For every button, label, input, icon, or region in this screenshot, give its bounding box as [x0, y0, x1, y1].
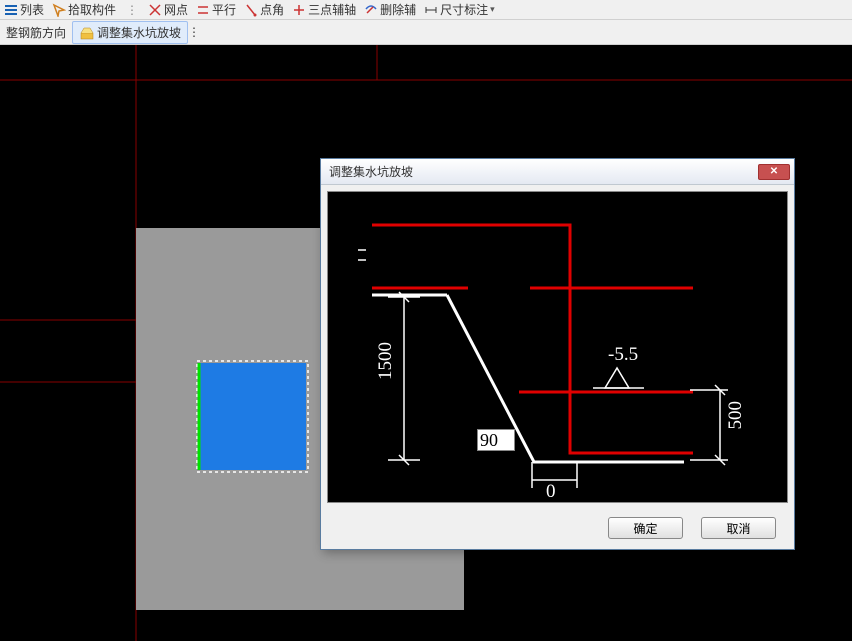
- separator: ⋮: [188, 25, 200, 39]
- dim-right-label: 500: [725, 401, 747, 430]
- top-toolbar: 列表 拾取构件 ⋮ 网点 平行 点角 三点辅轴 删除辅: [0, 0, 852, 20]
- btn-adjust-rebar-direction[interactable]: 整钢筋方向: [0, 22, 72, 43]
- tb-item-list[interactable]: 列表: [4, 1, 44, 18]
- separator: ⋮: [124, 3, 140, 17]
- parallel-icon: [196, 3, 210, 17]
- close-button[interactable]: ✕: [758, 164, 790, 180]
- tb-item-parallel[interactable]: 平行: [196, 1, 236, 18]
- tb-label: 点角: [260, 1, 284, 18]
- tb-label: 尺寸标注: [440, 1, 488, 18]
- tb-label: 列表: [20, 1, 44, 18]
- dialog-title-text: 调整集水坑放坡: [329, 163, 758, 180]
- dialog-footer: 确定 取消: [321, 509, 794, 547]
- dialog-titlebar[interactable]: 调整集水坑放坡 ✕: [321, 159, 794, 185]
- tb-item-dimension[interactable]: 尺寸标注 ▾: [424, 1, 495, 18]
- tb-item-three-point[interactable]: 三点辅轴: [292, 1, 356, 18]
- tb-label: 平行: [212, 1, 236, 18]
- sump-slope-dialog: 调整集水坑放坡 ✕: [320, 158, 795, 550]
- elevation-label: -5.5: [608, 344, 638, 366]
- close-icon: ✕: [770, 166, 778, 177]
- tb-item-delete-aux[interactable]: 删除辅: [364, 1, 416, 18]
- delete-aux-icon: [364, 3, 378, 17]
- cancel-button[interactable]: 取消: [701, 517, 776, 539]
- canvas-area[interactable]: 调整集水坑放坡 ✕: [0, 45, 852, 641]
- tb-item-pick[interactable]: 拾取构件: [52, 1, 116, 18]
- btn-label: 整钢筋方向: [6, 24, 66, 41]
- angle-input[interactable]: [477, 429, 515, 451]
- tb-item-point-angle[interactable]: 点角: [244, 1, 284, 18]
- three-point-icon: [292, 3, 306, 17]
- tb-label: 拾取构件: [68, 1, 116, 18]
- sub-toolbar: 整钢筋方向 调整集水坑放坡 ⋮: [0, 20, 852, 45]
- tb-label: 删除辅: [380, 1, 416, 18]
- list-icon: [4, 3, 18, 17]
- tb-item-grid-point[interactable]: 网点: [148, 1, 188, 18]
- tb-label: 三点辅轴: [308, 1, 356, 18]
- point-angle-icon: [244, 3, 258, 17]
- sump-diagram: [328, 192, 789, 502]
- grid-point-icon: [148, 3, 162, 17]
- btn-label: 调整集水坑放坡: [97, 24, 181, 41]
- sump-icon: [79, 25, 93, 39]
- dim-depth-label: 1500: [375, 342, 397, 380]
- pick-icon: [52, 3, 66, 17]
- confirm-button[interactable]: 确定: [608, 517, 683, 539]
- dialog-body: 1500 500 0 -5.5: [327, 191, 788, 503]
- dimension-icon: [424, 3, 438, 17]
- btn-adjust-sump-slope[interactable]: 调整集水坑放坡: [72, 21, 188, 44]
- dropdown-arrow: ▾: [490, 4, 495, 15]
- dim-bottom-label: 0: [546, 481, 556, 503]
- tb-label: 网点: [164, 1, 188, 18]
